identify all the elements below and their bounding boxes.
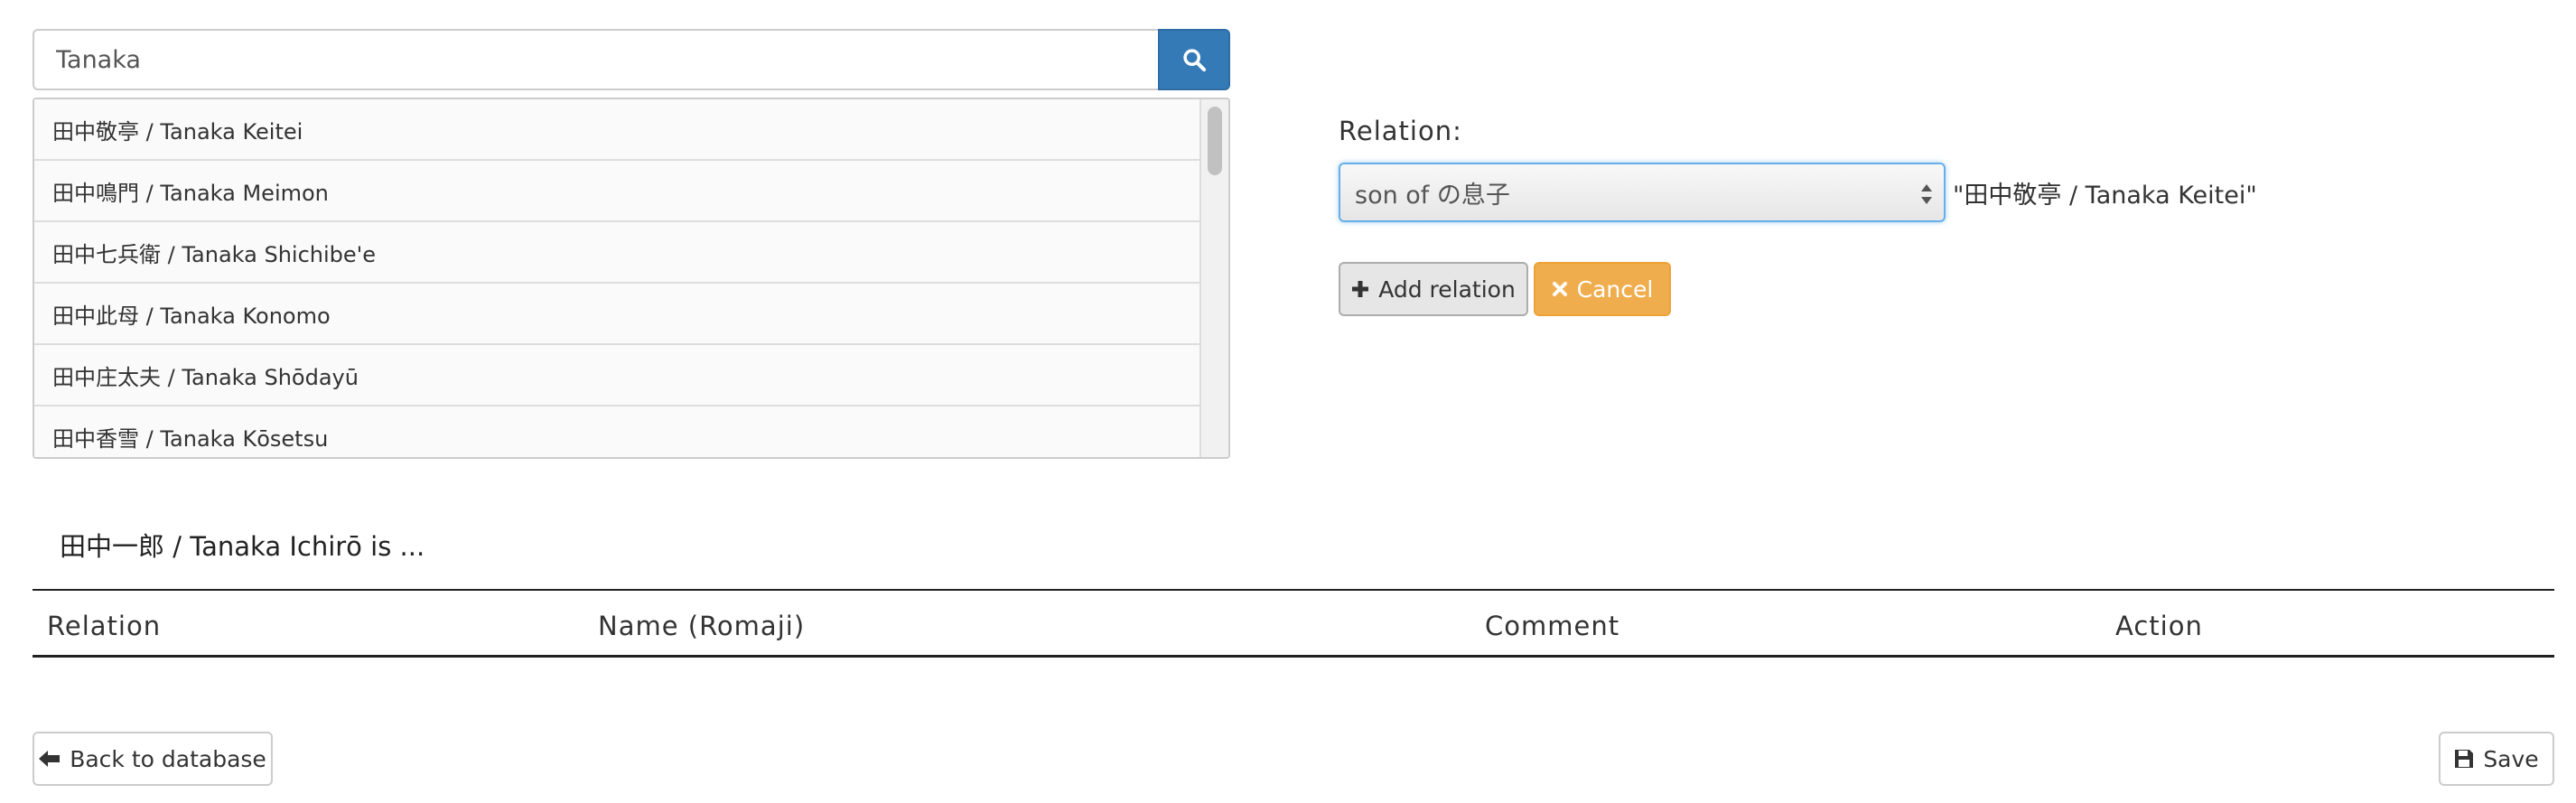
add-relation-label: Add relation: [1378, 275, 1516, 303]
search-group: [33, 29, 1230, 90]
results-scrollbar[interactable]: [1199, 99, 1228, 457]
result-item[interactable]: 田中此母 / Tanaka Konomo: [34, 284, 1201, 345]
relation-target: "田中敬亭 / Tanaka Keitei": [1953, 182, 2257, 210]
subject-summary: 田中一郎 / Tanaka Ichirō is ...: [60, 531, 425, 562]
search-results-list: 田中敬亭 / Tanaka Keitei 田中鳴門 / Tanaka Meimo…: [33, 98, 1230, 459]
relation-select[interactable]: son of の息子: [1339, 163, 1946, 222]
scrollbar-thumb[interactable]: [1208, 107, 1222, 175]
save-label: Save: [2483, 745, 2539, 772]
search-input[interactable]: [33, 29, 1158, 90]
relation-label: Relation:: [1339, 116, 1462, 146]
back-to-database-button[interactable]: Back to database: [33, 732, 273, 786]
column-header-comment: Comment: [1485, 611, 1620, 641]
column-header-action: Action: [2115, 611, 2203, 641]
result-item[interactable]: 田中敬亭 / Tanaka Keitei: [34, 99, 1201, 161]
result-item[interactable]: 田中庄太夫 / Tanaka Shōdayū: [34, 345, 1201, 406]
cancel-label: Cancel: [1576, 275, 1654, 303]
relations-table-header: Relation Name (Romaji) Comment Action: [33, 589, 2554, 658]
result-item[interactable]: 田中鳴門 / Tanaka Meimon: [34, 161, 1201, 222]
relation-select-value: son of の息子: [1355, 181, 1510, 210]
column-header-name: Name (Romaji): [598, 611, 806, 641]
search-icon: [1183, 49, 1207, 72]
plus-icon: [1351, 280, 1369, 298]
select-arrows-icon: [1921, 184, 1932, 204]
cancel-button[interactable]: Cancel: [1534, 262, 1671, 316]
arrow-left-icon: [39, 750, 61, 768]
column-header-relation: Relation: [47, 611, 162, 641]
close-icon: [1552, 281, 1568, 297]
floppy-disk-icon: [2454, 749, 2474, 769]
save-button[interactable]: Save: [2439, 732, 2554, 786]
add-relation-button[interactable]: Add relation: [1339, 262, 1528, 316]
result-item[interactable]: 田中七兵衛 / Tanaka Shichibe'e: [34, 222, 1201, 284]
result-item[interactable]: 田中香雪 / Tanaka Kōsetsu: [34, 406, 1201, 457]
search-button[interactable]: [1158, 29, 1230, 90]
back-label: Back to database: [70, 745, 266, 772]
